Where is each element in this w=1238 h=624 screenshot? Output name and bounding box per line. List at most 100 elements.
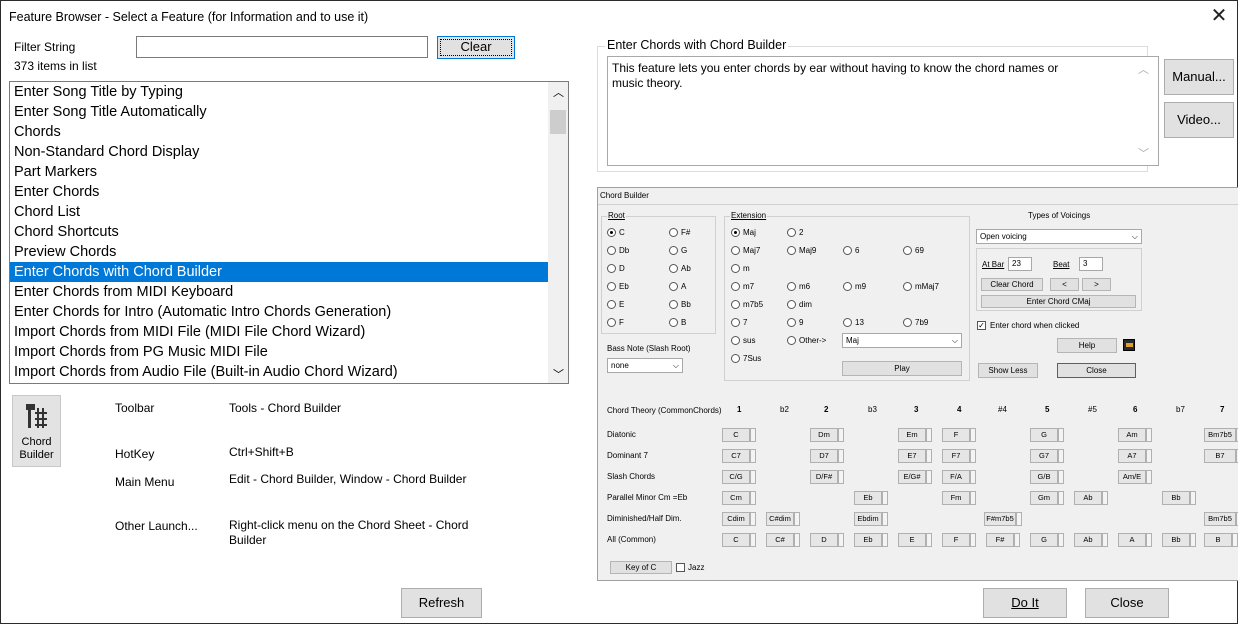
chord-cell-dropdown[interactable] (1058, 470, 1064, 484)
chord-cell[interactable]: C/G (722, 470, 756, 484)
chord-cell-dropdown[interactable] (926, 533, 932, 547)
next-button[interactable]: > (1082, 278, 1111, 291)
ext-radio-sus[interactable] (731, 336, 740, 345)
chord-cell[interactable]: Bb (1162, 533, 1196, 547)
keyboard-icon[interactable] (1123, 339, 1135, 351)
clear-chord-button[interactable]: Clear Chord (981, 278, 1043, 291)
chord-cell[interactable]: Ab (1074, 533, 1108, 547)
chord-cell-dropdown[interactable] (926, 449, 932, 463)
chord-cell-dropdown[interactable] (970, 470, 976, 484)
chord-cell-dropdown[interactable] (1146, 428, 1152, 442)
chord-cell-dropdown[interactable] (970, 491, 976, 505)
chord-cell[interactable]: E7 (898, 449, 932, 463)
video-button[interactable]: Video... (1164, 102, 1234, 138)
list-item[interactable]: Import Chords from PG Music MIDI File (10, 342, 548, 362)
enter-chord-button[interactable]: Enter Chord CMaj (981, 295, 1136, 308)
chord-cell-dropdown[interactable] (970, 533, 976, 547)
list-item-selected[interactable]: Enter Chords with Chord Builder (10, 262, 548, 282)
jazz-checkbox[interactable] (676, 563, 685, 572)
chord-cell[interactable]: F (942, 428, 976, 442)
list-item[interactable]: Import Chords from Audio File (Built-in … (10, 362, 548, 382)
cb-close-button[interactable]: Close (1057, 363, 1136, 378)
scroll-down-icon[interactable]: ﹀ (553, 366, 564, 382)
close-button[interactable]: Close (1085, 588, 1169, 618)
chord-cell-dropdown[interactable] (794, 512, 800, 526)
chord-cell[interactable]: Ebdim (854, 512, 888, 526)
root-radio-ab[interactable] (669, 264, 678, 273)
chord-cell[interactable]: C# (766, 533, 800, 547)
ext-radio-m6[interactable] (787, 282, 796, 291)
root-radio-a[interactable] (669, 282, 678, 291)
chord-cell[interactable]: C (722, 533, 756, 547)
ext-radio-9[interactable] (787, 318, 796, 327)
chord-cell-dropdown[interactable] (1058, 533, 1064, 547)
chord-cell[interactable]: Bm7b5 (1204, 428, 1238, 442)
root-radio-fsharp[interactable] (669, 228, 678, 237)
other-extension-select[interactable]: Maj ⌵ (842, 333, 962, 348)
chord-cell-dropdown[interactable] (838, 470, 844, 484)
list-item[interactable]: Non-Standard Chord Display (10, 142, 548, 162)
beat-input[interactable]: 3 (1079, 257, 1103, 271)
ext-radio-maj7[interactable] (731, 246, 740, 255)
chord-cell[interactable]: C7 (722, 449, 756, 463)
help-button[interactable]: Help (1057, 338, 1117, 353)
voicing-select[interactable]: Open voicing ⌵ (976, 229, 1142, 244)
ext-radio-7b9[interactable] (903, 318, 912, 327)
chord-cell[interactable]: Em (898, 428, 932, 442)
show-less-button[interactable]: Show Less (978, 363, 1038, 378)
chord-cell-dropdown[interactable] (1190, 491, 1196, 505)
chord-cell-dropdown[interactable] (1146, 533, 1152, 547)
chord-cell-dropdown[interactable] (926, 428, 932, 442)
chord-cell[interactable]: D (810, 533, 844, 547)
chord-cell[interactable]: F#m7b5 (984, 512, 1022, 526)
chord-cell[interactable]: G/B (1030, 470, 1064, 484)
root-radio-e[interactable] (607, 300, 616, 309)
chord-cell-dropdown[interactable] (1102, 533, 1108, 547)
chord-cell-dropdown[interactable] (1102, 491, 1108, 505)
chord-cell-dropdown[interactable] (750, 449, 756, 463)
root-radio-eb[interactable] (607, 282, 616, 291)
chord-cell[interactable]: A7 (1118, 449, 1152, 463)
filter-input[interactable] (136, 36, 428, 58)
list-item[interactable]: Chord Shortcuts (10, 222, 548, 242)
chord-builder-launch-button[interactable]: Chord Builder (12, 395, 61, 467)
chord-cell[interactable]: F/A (942, 470, 976, 484)
chord-cell[interactable]: G (1030, 533, 1064, 547)
chord-cell[interactable]: D/F# (810, 470, 844, 484)
ext-radio-maj9[interactable] (787, 246, 796, 255)
ext-radio-2[interactable] (787, 228, 796, 237)
do-it-button[interactable]: Do It (983, 588, 1067, 618)
scroll-thumb[interactable] (550, 110, 566, 134)
chord-cell[interactable]: C#dim (766, 512, 800, 526)
chord-cell[interactable]: Eb (854, 533, 888, 547)
chord-cell-dropdown[interactable] (838, 533, 844, 547)
at-bar-input[interactable]: 23 (1008, 257, 1032, 271)
chord-cell[interactable]: Cm (722, 491, 756, 505)
ext-radio-m7b5[interactable] (731, 300, 740, 309)
description-textbox[interactable]: This feature lets you enter chords by ea… (607, 56, 1159, 166)
list-item[interactable]: Chords (10, 122, 548, 142)
ext-radio-7[interactable] (731, 318, 740, 327)
chord-cell-dropdown[interactable] (1232, 533, 1238, 547)
chord-cell-dropdown[interactable] (882, 533, 888, 547)
ext-radio-dim[interactable] (787, 300, 796, 309)
enter-when-clicked-checkbox[interactable]: ✓ (977, 321, 986, 330)
chord-cell[interactable]: E/G# (898, 470, 932, 484)
chord-cell-dropdown[interactable] (1190, 533, 1196, 547)
chord-cell[interactable]: F7 (942, 449, 976, 463)
clear-button[interactable]: Clear (437, 36, 515, 59)
feature-list[interactable]: Enter Song Title by Typing Enter Song Ti… (9, 81, 569, 384)
chord-cell-dropdown[interactable] (750, 512, 756, 526)
manual-button[interactable]: Manual... (1164, 59, 1234, 95)
chord-cell-dropdown[interactable] (838, 449, 844, 463)
list-item[interactable]: Chord List (10, 202, 548, 222)
ext-radio-mmaj7[interactable] (903, 282, 912, 291)
root-radio-c[interactable] (607, 228, 616, 237)
chord-cell[interactable]: Eb (854, 491, 888, 505)
chord-cell-dropdown[interactable] (970, 449, 976, 463)
chord-cell-dropdown[interactable] (794, 533, 800, 547)
list-item[interactable]: Enter Song Title Automatically (10, 102, 548, 122)
chord-cell-dropdown[interactable] (1058, 491, 1064, 505)
list-item[interactable]: Preview Chords (10, 242, 548, 262)
scroll-up-icon[interactable]: ︿ (1138, 61, 1149, 77)
